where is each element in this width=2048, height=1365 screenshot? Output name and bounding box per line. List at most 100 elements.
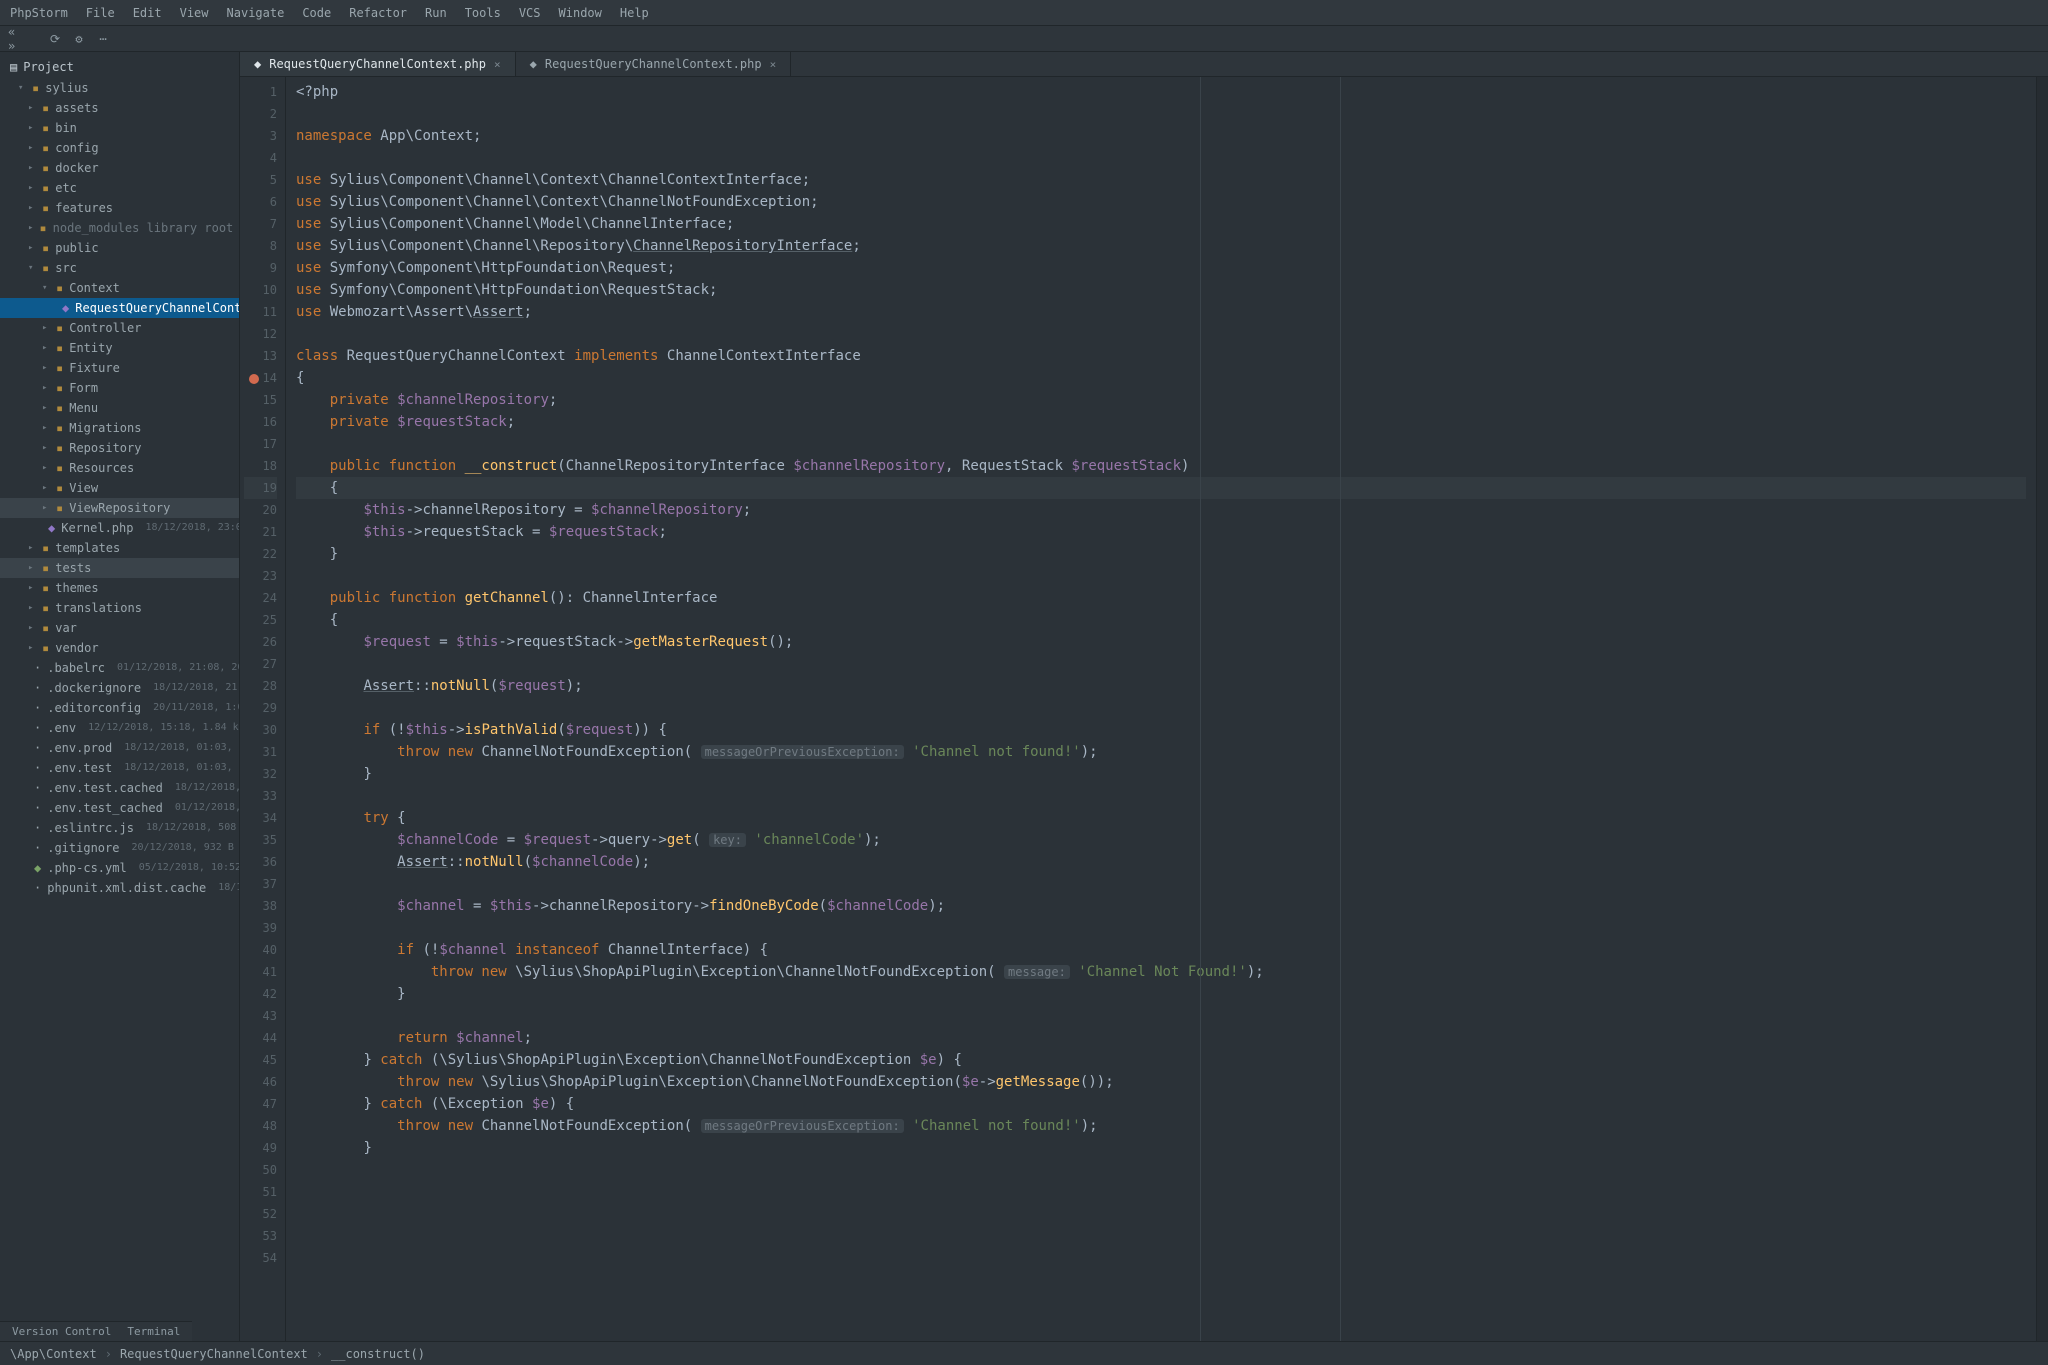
chevron-icon[interactable]: ▾ xyxy=(28,259,36,277)
tree-item[interactable]: ·phpunit.xml.dist.cache18/12/2018, 14:01… xyxy=(0,878,239,898)
line-number[interactable]: 6 xyxy=(244,191,277,213)
tree-item[interactable]: ▸▪translations xyxy=(0,598,239,618)
tree-item[interactable]: ▸▪Menu xyxy=(0,398,239,418)
tree-item[interactable]: ▸▪config xyxy=(0,138,239,158)
line-number[interactable]: 29 xyxy=(244,697,277,719)
line-number[interactable]: 23 xyxy=(244,565,277,587)
code-line[interactable]: namespace App\Context; xyxy=(296,125,2026,147)
code-line[interactable]: throw new ChannelNotFoundException( mess… xyxy=(296,1115,2026,1137)
chevron-icon[interactable]: ▸ xyxy=(28,199,36,217)
line-number[interactable]: 16 xyxy=(244,411,277,433)
menu-item[interactable]: VCS xyxy=(519,6,541,20)
line-number[interactable]: 5 xyxy=(244,169,277,191)
code-line[interactable] xyxy=(296,323,2026,345)
chevron-icon[interactable]: ▸ xyxy=(28,619,36,637)
line-number[interactable]: 13 xyxy=(244,345,277,367)
line-number[interactable]: 35 xyxy=(244,829,277,851)
line-number[interactable]: 53 xyxy=(244,1225,277,1247)
code-line[interactable]: { xyxy=(296,367,2026,389)
code-line[interactable] xyxy=(296,433,2026,455)
code-line[interactable]: $channel = $this->channelRepository->fin… xyxy=(296,895,2026,917)
code-line[interactable]: $this->requestStack = $requestStack; xyxy=(296,521,2026,543)
code-line[interactable]: class RequestQueryChannelContext impleme… xyxy=(296,345,2026,367)
tree-item[interactable]: ▸▪bin xyxy=(0,118,239,138)
code-line[interactable]: } xyxy=(296,1137,2026,1159)
code-line[interactable]: { xyxy=(296,477,2026,499)
tree-item[interactable]: ▸▪node_modules library root xyxy=(0,218,239,238)
line-number[interactable]: 32 xyxy=(244,763,277,785)
menu-item[interactable]: Window xyxy=(559,6,602,20)
line-number[interactable]: 11 xyxy=(244,301,277,323)
project-tree[interactable]: ▾▪sylius▸▪assets▸▪bin▸▪config▸▪docker▸▪e… xyxy=(0,78,239,898)
line-number[interactable]: 26 xyxy=(244,631,277,653)
code-content[interactable]: <?phpnamespace App\Context;use Sylius\Co… xyxy=(286,77,2036,1341)
tree-item[interactable]: ▾▪Context xyxy=(0,278,239,298)
tree-item[interactable]: ▸▪View xyxy=(0,478,239,498)
chevron-icon[interactable]: ▸ xyxy=(42,339,50,357)
menu-item[interactable]: File xyxy=(86,6,115,20)
menu-item[interactable]: Run xyxy=(425,6,447,20)
code-line[interactable]: use Webmozart\Assert\Assert; xyxy=(296,301,2026,323)
tree-item[interactable]: ▸▪etc xyxy=(0,178,239,198)
chevron-icon[interactable]: ▸ xyxy=(28,639,36,657)
menu-item[interactable]: Edit xyxy=(133,6,162,20)
line-gutter[interactable]: 1234567891011121314151617181920212223242… xyxy=(240,77,286,1341)
chevron-icon[interactable]: ▸ xyxy=(42,419,50,437)
line-number[interactable]: 17 xyxy=(244,433,277,455)
code-line[interactable]: private $channelRepository; xyxy=(296,389,2026,411)
line-number[interactable]: 37 xyxy=(244,873,277,895)
tree-item[interactable]: ·.env.prod18/12/2018, 01:03, 184 B · Yes… xyxy=(0,738,239,758)
menu-item[interactable]: Refactor xyxy=(349,6,407,20)
breadcrumbs[interactable]: \App\Context › RequestQueryChannelContex… xyxy=(0,1341,2048,1365)
scrollbar[interactable] xyxy=(2036,77,2048,1341)
tree-item[interactable]: ◆.php-cs.yml05/12/2018, 10:52, 19 B xyxy=(0,858,239,878)
tree-item[interactable]: ▸▪Form xyxy=(0,378,239,398)
tree-item[interactable]: ·.eslintrc.js18/12/2018, 508 B · 14/12/2… xyxy=(0,818,239,838)
code-line[interactable]: $channelCode = $request->query->get( key… xyxy=(296,829,2026,851)
chevron-icon[interactable]: ▸ xyxy=(42,359,50,377)
code-line[interactable]: throw new ChannelNotFoundException( mess… xyxy=(296,741,2026,763)
line-number[interactable]: 10 xyxy=(244,279,277,301)
line-number[interactable]: 4 xyxy=(244,147,277,169)
tree-item[interactable]: ·.env.test.cached18/12/2018, 01:03, 326 … xyxy=(0,778,239,798)
tree-item[interactable]: ▸▪themes xyxy=(0,578,239,598)
menu-item[interactable]: Navigate xyxy=(227,6,285,20)
close-icon[interactable]: × xyxy=(494,58,501,71)
tree-item[interactable]: ▸▪tests xyxy=(0,558,239,578)
code-line[interactable]: throw new \Sylius\ShopApiPlugin\Exceptio… xyxy=(296,1071,2026,1093)
tree-item[interactable]: ▸▪templates xyxy=(0,538,239,558)
line-number[interactable]: 34 xyxy=(244,807,277,829)
code-line[interactable]: { xyxy=(296,609,2026,631)
line-number[interactable]: 43 xyxy=(244,1005,277,1027)
chevron-icon[interactable]: ▸ xyxy=(42,459,50,477)
line-number[interactable]: 9 xyxy=(244,257,277,279)
line-number[interactable]: 46 xyxy=(244,1071,277,1093)
line-number[interactable]: 52 xyxy=(244,1203,277,1225)
line-number[interactable]: 1 xyxy=(244,81,277,103)
code-line[interactable] xyxy=(296,873,2026,895)
line-number[interactable]: 8 xyxy=(244,235,277,257)
chevron-icon[interactable]: ▸ xyxy=(42,379,50,397)
line-number[interactable]: 14 xyxy=(244,367,277,389)
menu-item[interactable]: PhpStorm xyxy=(10,6,68,20)
menu-item[interactable]: Code xyxy=(302,6,331,20)
tree-item[interactable]: ·.dockerignore18/12/2018, 21:03, 381 B xyxy=(0,678,239,698)
line-number[interactable]: 49 xyxy=(244,1137,277,1159)
chevron-icon[interactable]: ▸ xyxy=(42,319,50,337)
tree-item[interactable]: ·.editorconfig20/11/2018, 1:07 kB xyxy=(0,698,239,718)
chevron-icon[interactable]: ▸ xyxy=(28,159,36,177)
code-line[interactable]: } xyxy=(296,983,2026,1005)
more-icon[interactable]: ⋯ xyxy=(96,32,110,46)
tree-item[interactable]: ▸▪ViewRepository xyxy=(0,498,239,518)
editor-tab[interactable]: ◆ RequestQueryChannelContext.php × xyxy=(516,52,792,76)
project-tool-label[interactable]: ▤ Project xyxy=(0,56,239,78)
chevron-icon[interactable]: ▸ xyxy=(42,479,50,497)
chevron-icon[interactable]: ▸ xyxy=(42,399,50,417)
code-line[interactable]: <?php xyxy=(296,81,2026,103)
line-number[interactable]: 22 xyxy=(244,543,277,565)
line-number[interactable]: 2 xyxy=(244,103,277,125)
breadcrumb-item[interactable]: \App\Context xyxy=(10,1347,97,1361)
tree-item[interactable]: ◆Kernel.php18/12/2018, 23:08, 4.28 kB xyxy=(0,518,239,538)
breadcrumb-item[interactable]: RequestQueryChannelContext xyxy=(120,1347,308,1361)
line-number[interactable]: 28 xyxy=(244,675,277,697)
